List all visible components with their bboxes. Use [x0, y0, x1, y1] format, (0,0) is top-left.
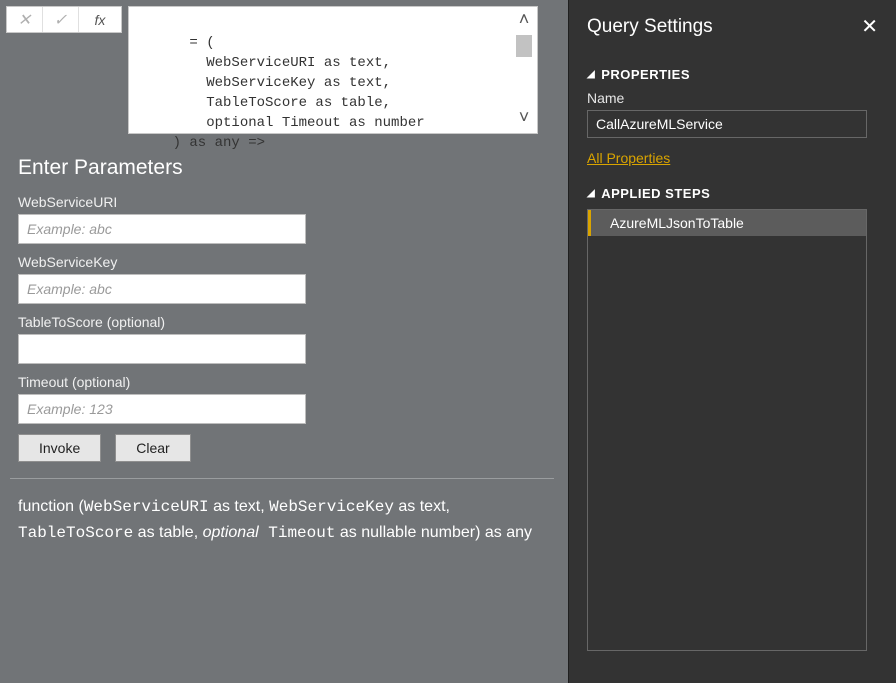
field-label: TableToScore (optional)	[18, 314, 548, 330]
all-properties-link[interactable]: All Properties	[587, 150, 670, 166]
sig-text: as text,	[209, 498, 269, 515]
sig-optional: optional	[203, 524, 259, 541]
sig-text: as nullable number) as any	[335, 524, 532, 541]
field-label: WebServiceKey	[18, 254, 548, 270]
name-label: Name	[587, 90, 878, 106]
field-webserviceuri: WebServiceURI	[18, 194, 548, 244]
timeout-input[interactable]	[18, 394, 306, 424]
confirm-icon[interactable]: ✓	[43, 7, 79, 32]
formula-bar-controls: ✕ ✓ fx	[6, 6, 122, 33]
sig-param: WebServiceKey	[269, 498, 394, 516]
query-editor-panel: ✕ ✓ fx = ( WebServiceURI as text, WebSer…	[0, 0, 568, 683]
query-settings-title: Query Settings	[587, 16, 713, 38]
applied-step-label: AzureMLJsonToTable	[610, 215, 744, 231]
field-label: WebServiceURI	[18, 194, 548, 210]
divider	[10, 478, 554, 479]
formula-scrollbar[interactable]: ˄ ˅	[513, 9, 535, 131]
properties-header-label: PROPERTIES	[601, 67, 690, 82]
sig-param: Timeout	[259, 524, 336, 542]
formula-editor[interactable]: = ( WebServiceURI as text, WebServiceKey…	[128, 6, 538, 134]
applied-steps-list: AzureMLJsonToTable	[587, 209, 867, 651]
formula-bar: ✕ ✓ fx = ( WebServiceURI as text, WebSer…	[6, 6, 538, 134]
field-label: Timeout (optional)	[18, 374, 548, 390]
sig-param: TableToScore	[18, 524, 133, 542]
webserviceuri-input[interactable]	[18, 214, 306, 244]
applied-steps-header[interactable]: ◢ APPLIED STEPS	[587, 186, 878, 201]
query-name-input[interactable]	[587, 110, 867, 138]
scroll-thumb[interactable]	[516, 35, 532, 57]
properties-section: ◢ PROPERTIES Name All Properties	[569, 67, 896, 168]
field-tabletoscore: TableToScore (optional)	[18, 314, 548, 364]
query-settings-header: Query Settings ✕	[569, 0, 896, 49]
applied-steps-section: ◢ APPLIED STEPS AzureMLJsonToTable	[569, 186, 896, 651]
properties-header[interactable]: ◢ PROPERTIES	[587, 67, 878, 82]
formula-code: = ( WebServiceURI as text, WebServiceKey…	[139, 35, 425, 151]
scroll-up-icon[interactable]: ˄	[519, 9, 530, 33]
field-webservicekey: WebServiceKey	[18, 254, 548, 304]
field-timeout: Timeout (optional)	[18, 374, 548, 424]
fx-label[interactable]: fx	[79, 7, 121, 32]
collapse-icon: ◢	[587, 188, 595, 199]
parameters-title: Enter Parameters	[18, 156, 548, 180]
sig-text: function (	[18, 498, 84, 515]
function-signature: function (WebServiceURI as text, WebServ…	[18, 494, 548, 546]
applied-step[interactable]: AzureMLJsonToTable	[588, 210, 866, 236]
applied-steps-header-label: APPLIED STEPS	[601, 186, 710, 201]
tabletoscore-input[interactable]	[18, 334, 306, 364]
parameters-section: Enter Parameters WebServiceURI WebServic…	[18, 156, 548, 462]
close-icon[interactable]: ✕	[861, 14, 878, 39]
clear-button[interactable]: Clear	[115, 434, 190, 462]
sig-param: WebServiceURI	[84, 498, 209, 516]
collapse-icon: ◢	[587, 69, 595, 80]
sig-text: as table,	[133, 524, 202, 541]
sig-text: as text,	[394, 498, 450, 515]
query-settings-panel: Query Settings ✕ ◢ PROPERTIES Name All P…	[568, 0, 896, 683]
cancel-icon[interactable]: ✕	[7, 7, 43, 32]
webservicekey-input[interactable]	[18, 274, 306, 304]
scroll-down-icon[interactable]: ˅	[519, 107, 530, 131]
invoke-button[interactable]: Invoke	[18, 434, 101, 462]
button-row: Invoke Clear	[18, 434, 548, 462]
